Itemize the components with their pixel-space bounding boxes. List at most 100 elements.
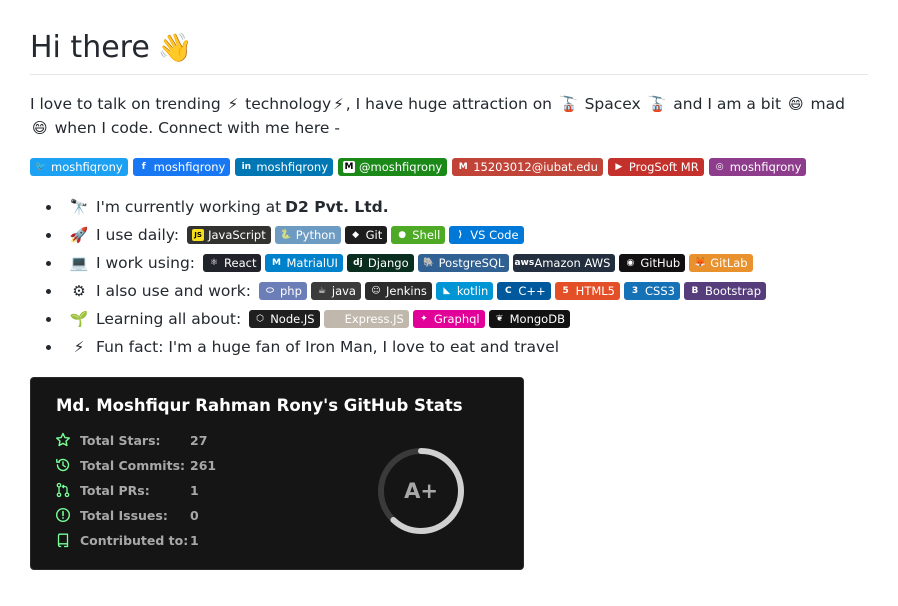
work-text: I'm currently working at: [96, 198, 282, 216]
bootstrap-badge[interactable]: B Bootstrap: [683, 282, 766, 300]
list-item-using: 💻 I work using: ⚛ React M MatrialUI dj Django…: [46, 249, 868, 277]
also-text: I also use and work:: [96, 282, 251, 300]
github-badge[interactable]: ◉ GitHub: [619, 254, 686, 272]
gmail-badge[interactable]: M 15203012@iubat.edu: [452, 158, 603, 176]
waving-hand-icon: 👋: [157, 31, 193, 64]
javascript-icon: JS: [192, 229, 205, 241]
git-badge[interactable]: ◆ Git: [344, 226, 388, 244]
skill-badge-label: Jenkins: [385, 284, 427, 298]
heading-text: Hi there: [30, 30, 150, 65]
django-badge[interactable]: dj Django: [346, 254, 414, 272]
python-badge[interactable]: 🐍 Python: [274, 226, 341, 244]
skill-badge-label: Bootstrap: [704, 284, 761, 298]
skill-badge-label: kotlin: [456, 284, 489, 298]
linkedin-icon: in: [241, 162, 252, 172]
rank-grade: A+: [404, 479, 438, 503]
skill-badge-label: JavaScript: [208, 228, 266, 242]
intro-text-2: technology: [245, 95, 332, 113]
gitlab-badge[interactable]: 🦊 GitLab: [689, 254, 753, 272]
kotlin-icon: ◣: [443, 286, 451, 296]
html5-badge[interactable]: 5 HTML5: [554, 282, 620, 300]
nodejs-badge[interactable]: ⬡ Node.JS: [249, 310, 320, 328]
python-icon: 🐍: [280, 230, 292, 240]
skill-badge-label: React: [224, 256, 257, 270]
issue-icon: [55, 507, 71, 523]
skill-badge-label: Python: [295, 228, 336, 242]
telescope-icon: 🔭: [69, 198, 89, 216]
vscode-icon: ⟩: [458, 230, 463, 240]
twitter-badge[interactable]: 🐦 moshfiqrony: [30, 158, 128, 176]
skill-badge-label: MatrialUI: [286, 256, 338, 270]
skill-badge-label: CSS3: [645, 284, 675, 298]
laptop-icon: 💻: [69, 254, 89, 272]
fun-fact-text: Fun fact: I'm a huge fan of Iron Man, I …: [96, 338, 560, 356]
instagram-badge[interactable]: ◎ moshfiqrony: [708, 158, 807, 176]
stat-value: 1: [190, 532, 199, 548]
kotlin-badge[interactable]: ◣ kotlin: [435, 282, 494, 300]
skill-badge-label: GitHub: [640, 256, 681, 270]
mongodb-badge[interactable]: ❦ MongoDB: [488, 310, 570, 328]
php-badge[interactable]: ⬭ php: [258, 282, 307, 300]
github-stats-card[interactable]: Md. Moshfiqur Rahman Rony's GitHub Stats…: [30, 377, 524, 570]
gmail-icon: M: [458, 162, 468, 172]
social-badge-label: moshfiqrony: [153, 160, 226, 174]
graphql-badge[interactable]: ✦ Graphql: [412, 310, 485, 328]
materialui-icon: M: [271, 258, 281, 268]
stat-value: 261: [190, 457, 217, 473]
skill-badge-label: MongoDB: [509, 312, 565, 326]
graphql-icon: ✦: [420, 314, 428, 324]
github-icon: ◉: [626, 258, 635, 268]
page-title: Hi there 👋: [30, 28, 868, 75]
mongodb-icon: ❦: [495, 314, 504, 324]
pull-request-icon: [55, 482, 71, 498]
smile-icon: 😄: [787, 95, 804, 113]
jenkins-badge[interactable]: ☺ Jenkins: [364, 282, 432, 300]
cplusplus-badge[interactable]: C C++: [497, 282, 551, 300]
shell-icon: ●: [398, 230, 407, 240]
css3-badge[interactable]: 3 CSS3: [624, 282, 680, 300]
social-badge-label: moshfiqrony: [256, 160, 329, 174]
express-badge[interactable]: Express.JS: [323, 310, 409, 328]
youtube-badge[interactable]: ▶ ProgSoft MR: [607, 158, 704, 176]
postgresql-badge[interactable]: 🐘 PostgreSQL: [417, 254, 510, 272]
also-badges: ⬭ php ☕ java ☺ Jenkins ◣ kotlin C C++ 5 HTML5 3 CSS3 B…: [258, 282, 766, 300]
shell-badge[interactable]: ● Shell: [391, 226, 446, 244]
php-icon: ⬭: [266, 286, 274, 296]
youtube-icon: ▶: [615, 162, 623, 172]
gitlab-icon: 🦊: [694, 258, 706, 268]
intro-text-6: mad: [810, 95, 845, 113]
java-badge[interactable]: ☕ java: [310, 282, 361, 300]
social-badge-label: ProgSoft MR: [628, 160, 699, 174]
cplusplus-icon: C: [505, 286, 512, 296]
instagram-icon: ◎: [715, 162, 724, 172]
stat-label: Total Commits:: [80, 457, 186, 473]
intro-paragraph: I love to talk on trending ⚡ technology ⚡…: [30, 92, 868, 140]
aws-badge[interactable]: aws Amazon AWS: [513, 254, 616, 272]
intro-text-7: when I code. Connect with me here -: [54, 119, 340, 137]
stat-label: Total Stars:: [80, 432, 161, 448]
medium-badge[interactable]: M @moshfiqrony: [338, 158, 448, 176]
social-badge-label: 15203012@iubat.edu: [473, 160, 598, 174]
skill-badge-label: HTML5: [575, 284, 615, 298]
social-badge-label: @moshfiqrony: [359, 160, 443, 174]
social-badge-label: moshfiqrony: [51, 160, 123, 174]
stat-value: 27: [190, 432, 208, 448]
aerial-tramway-icon: 🚡: [647, 95, 667, 113]
react-badge[interactable]: ⚛ React: [203, 254, 262, 272]
facebook-badge[interactable]: f moshfiqrony: [132, 158, 231, 176]
company-name: D2 Pvt. Ltd.: [285, 198, 389, 216]
skill-badge-label: Git: [365, 228, 383, 242]
repo-icon: [55, 532, 71, 548]
nodejs-icon: ⬡: [256, 314, 265, 324]
vscode-badge[interactable]: ⟩ VS Code: [449, 226, 524, 244]
materialui-badge[interactable]: M MatrialUI: [265, 254, 343, 272]
express-icon: [329, 313, 341, 325]
skill-badge-label: Node.JS: [270, 312, 315, 326]
skill-badge-label: Shell: [412, 228, 441, 242]
git-icon: ◆: [352, 230, 360, 240]
list-item-fun: ⚡ Fun fact: I'm a huge fan of Iron Man, …: [46, 333, 868, 361]
using-badges: ⚛ React M MatrialUI dj Django 🐘 PostgreSQL aws Am…: [203, 254, 753, 272]
javascript-badge[interactable]: JS JavaScript: [187, 226, 271, 244]
history-icon: [55, 457, 71, 473]
linkedin-badge[interactable]: in moshfiqrony: [235, 158, 334, 176]
